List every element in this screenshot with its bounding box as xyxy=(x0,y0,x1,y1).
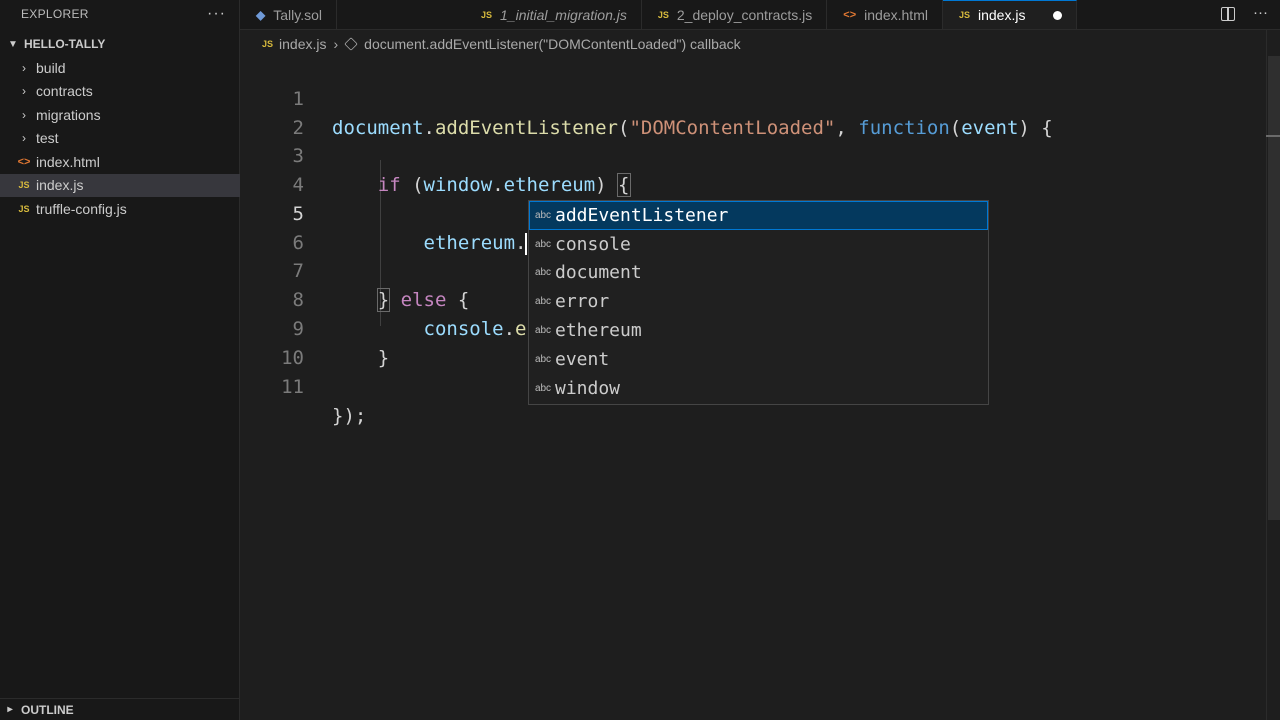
unsaved-dot-icon[interactable] xyxy=(1053,10,1063,20)
chevron-down-icon: ▼ xyxy=(8,38,18,50)
chevron-right-icon: › xyxy=(22,131,26,146)
suggestion-label: addEventListener xyxy=(555,204,729,226)
suggestion-label: error xyxy=(555,291,610,313)
explorer-title: EXPLORER xyxy=(21,7,89,21)
suggestion-label: console xyxy=(555,233,631,255)
scrollbar-cursor-marker xyxy=(1266,135,1280,137)
tab-label: index.js xyxy=(977,7,1026,23)
tree-item-migrations[interactable]: › migrations xyxy=(0,103,240,127)
suggestion-item[interactable]: abc document xyxy=(529,259,988,288)
js-file-icon: JS xyxy=(481,9,493,20)
tree-item-label: contracts xyxy=(36,83,93,100)
tab-index-html[interactable]: <> index.html xyxy=(827,0,943,29)
js-file-icon: JS xyxy=(657,9,669,20)
tree-item-index-js[interactable]: JS index.js xyxy=(0,173,240,197)
workspace-folder[interactable]: ▼ HELLO-TALLY xyxy=(0,33,240,55)
suggestion-item[interactable]: abc ethereum xyxy=(529,316,988,345)
suggestion-label: window xyxy=(555,377,621,399)
outline-section[interactable]: ▸ OUTLINE xyxy=(0,698,240,720)
tree-item-label: index.js xyxy=(36,177,84,194)
line-number: 11 xyxy=(281,376,304,398)
tab-initial-migration[interactable]: JS 1_initial_migration.js xyxy=(337,0,642,29)
word-kind-icon: abc xyxy=(534,353,552,365)
code-line: 2 xyxy=(240,85,1266,139)
breadcrumb: JS index.js › document.addEventListener(… xyxy=(262,35,741,53)
editor-actions: ··· xyxy=(1221,4,1268,21)
explorer-sidebar: EXPLORER ··· ▼ HELLO-TALLY › build › con… xyxy=(0,0,240,720)
js-file-icon: JS xyxy=(262,39,274,49)
editor-tabs: ◆ Tally.sol JS 1_initial_migration.js JS… xyxy=(240,0,1280,30)
more-actions-icon[interactable]: ··· xyxy=(207,5,226,23)
word-kind-icon: abc xyxy=(534,325,552,337)
suggestion-item[interactable]: abc window xyxy=(529,374,988,403)
suggestion-label: ethereum xyxy=(555,320,642,342)
word-kind-icon: abc xyxy=(534,296,552,308)
word-kind-icon: abc xyxy=(534,267,552,279)
tree-item-label: build xyxy=(36,59,66,76)
suggestion-item[interactable]: abc console xyxy=(529,230,988,259)
js-file-icon: JS xyxy=(958,10,970,20)
tree-item-test[interactable]: › test xyxy=(0,127,240,151)
tab-label: 2_deploy_contracts.js xyxy=(676,6,813,23)
html-file-icon: <> xyxy=(843,8,857,21)
tree-item-index-html[interactable]: <> index.html xyxy=(0,150,240,174)
tree-item-label: truffle-config.js xyxy=(36,200,127,217)
chevron-right-icon: › xyxy=(22,60,26,75)
breadcrumb-separator-icon: › xyxy=(333,36,339,52)
code-line: 4 xyxy=(240,142,1266,196)
chevron-right-icon: › xyxy=(22,84,26,99)
code-line: 3 if (window.ethereum) { xyxy=(240,113,1266,197)
scrollbar-thumb[interactable] xyxy=(1268,56,1280,520)
more-actions-icon[interactable]: ··· xyxy=(1253,4,1268,21)
code-text: }); xyxy=(332,405,367,427)
breadcrumb-file[interactable]: index.js xyxy=(279,36,326,52)
suggestion-item[interactable]: abc error xyxy=(529,287,988,316)
explorer-header: EXPLORER ··· xyxy=(0,0,240,28)
suggestion-label: document xyxy=(555,262,642,284)
tree-item-build[interactable]: › build xyxy=(0,56,240,80)
workspace-folder-label: HELLO-TALLY xyxy=(24,37,106,51)
split-editor-icon[interactable] xyxy=(1221,7,1235,21)
tree-item-label: index.html xyxy=(36,153,100,170)
breadcrumb-symbol[interactable]: document.addEventListener("DOMContentLoa… xyxy=(364,36,740,52)
chevron-right-icon: › xyxy=(22,107,26,122)
outline-label: OUTLINE xyxy=(21,702,74,717)
tree-item-contracts[interactable]: › contracts xyxy=(0,80,240,104)
file-tree: › build › contracts › migrations › test … xyxy=(0,56,240,221)
suggestion-item[interactable]: abc addEventListener xyxy=(529,201,988,230)
word-kind-icon: abc xyxy=(534,382,552,394)
tab-label: 1_initial_migration.js xyxy=(500,6,627,23)
tree-item-truffle-config[interactable]: JS truffle-config.js xyxy=(0,197,240,221)
js-file-icon: JS xyxy=(18,180,30,191)
autocomplete-suggestions: abc addEventListener abc console abc doc… xyxy=(528,200,989,405)
tree-item-label: test xyxy=(36,130,59,147)
html-file-icon: <> xyxy=(17,155,31,168)
word-kind-icon: abc xyxy=(534,209,552,221)
solidity-file-icon: ◆ xyxy=(256,7,266,22)
tab-index-js[interactable]: JS index.js xyxy=(942,0,1078,29)
code-line-current: 5 ethereum. xyxy=(240,171,1266,255)
suggestion-item[interactable]: abc event xyxy=(529,345,988,374)
tab-deploy-contracts[interactable]: JS 2_deploy_contracts.js xyxy=(642,0,828,29)
tab-label: index.html xyxy=(864,6,928,23)
suggestion-label: event xyxy=(555,348,610,370)
code-line: 1 document.addEventListener("DOMContentL… xyxy=(240,56,1266,139)
symbol-method-icon xyxy=(344,37,358,51)
chevron-right-icon: ▸ xyxy=(7,704,13,715)
js-file-icon: JS xyxy=(18,203,30,214)
tab-label: Tally.sol xyxy=(273,6,322,23)
word-kind-icon: abc xyxy=(534,238,552,250)
tree-item-label: migrations xyxy=(36,106,101,123)
tab-tally-sol[interactable]: ◆ Tally.sol xyxy=(240,0,337,29)
